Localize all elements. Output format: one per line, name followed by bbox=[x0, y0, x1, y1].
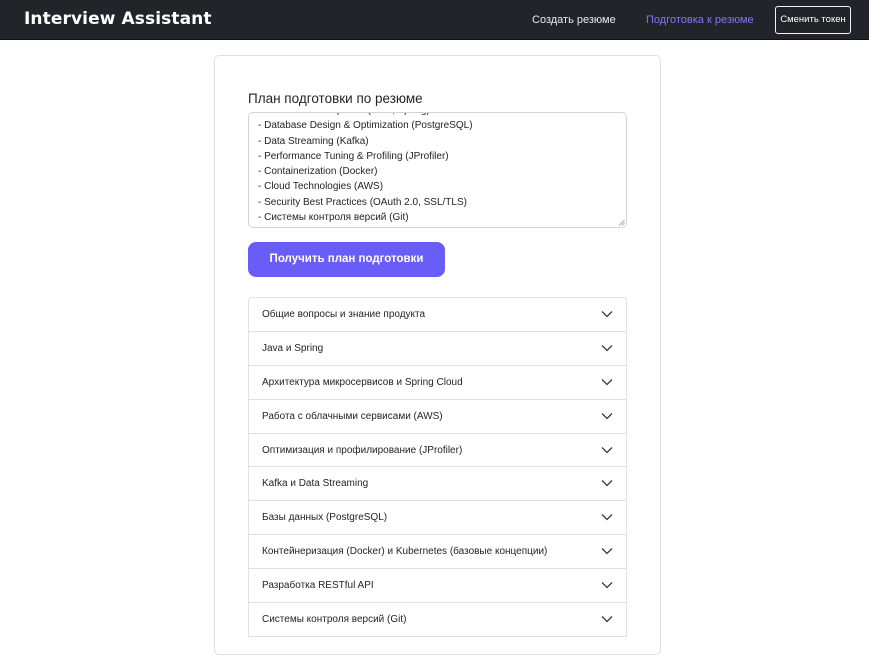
plan-textarea[interactable]: - Backend Development (Java, Spring) - D… bbox=[248, 112, 627, 228]
app-brand[interactable]: Interview Assistant bbox=[24, 9, 212, 29]
top-navbar: Interview Assistant Создать резюме Подго… bbox=[0, 0, 869, 40]
plan-line: - Database Design & Optimization (Postgr… bbox=[258, 120, 473, 132]
accordion-item-label: Базы данных (PostgreSQL) bbox=[262, 512, 388, 524]
accordion-item-label: Общие вопросы и знание продукта bbox=[262, 309, 426, 320]
chevron-down-icon bbox=[601, 378, 613, 386]
topics-accordion: Общие вопросы и знание продукта Java и S… bbox=[248, 297, 627, 637]
resize-grip-icon[interactable] bbox=[618, 219, 625, 226]
accordion-item[interactable]: Архитектура микросервисов и Spring Cloud bbox=[249, 366, 626, 400]
accordion-item[interactable]: Оптимизация и профилирование (JProfiler) bbox=[249, 434, 626, 468]
plan-line: - Cloud Technologies (AWS) bbox=[258, 181, 384, 193]
chevron-down-icon bbox=[601, 514, 613, 521]
plan-line: - Performance Tuning & Profiling (JProfi… bbox=[258, 150, 449, 162]
accordion-item[interactable]: Kafka и Data Streaming bbox=[249, 467, 626, 502]
chevron-down-icon bbox=[601, 344, 613, 352]
accordion-item[interactable]: Java и Spring bbox=[249, 332, 626, 366]
nav-resume-prep[interactable]: Подготовка к резюме bbox=[646, 13, 754, 27]
plan-line: - Системы контроля версий (Git) bbox=[258, 212, 409, 224]
chevron-down-icon bbox=[601, 616, 613, 623]
accordion-item-label: Системы контроля версий (Git) bbox=[262, 614, 407, 626]
chevron-down-icon bbox=[601, 446, 613, 453]
accordion-item-label: Оптимизация и профилирование (JProfiler) bbox=[262, 444, 463, 456]
accordion-item-label: Архитектура микросервисов и Spring Cloud bbox=[262, 376, 463, 388]
accordion-item-label: Контейнеризация (Docker) и Kubernetes (б… bbox=[262, 546, 548, 558]
accordion-item-label: Разработка RESTful API bbox=[262, 580, 374, 592]
chevron-down-icon bbox=[601, 548, 613, 555]
chevron-down-icon bbox=[601, 412, 613, 420]
accordion-item[interactable]: Общие вопросы и знание продукта bbox=[249, 298, 626, 332]
plan-line: - Data Streaming (Kafka) bbox=[258, 135, 369, 147]
accordion-item[interactable]: Базы данных (PostgreSQL) bbox=[249, 501, 626, 536]
nav-create-resume[interactable]: Создать резюме bbox=[532, 13, 616, 27]
get-plan-button[interactable]: Получить план подготовки bbox=[248, 242, 445, 277]
change-token-button[interactable]: Сменить токен bbox=[775, 6, 851, 34]
plan-line: - Containerization (Docker) bbox=[258, 166, 378, 178]
accordion-item-label: Kafka и Data Streaming bbox=[262, 478, 369, 490]
accordion-item[interactable]: Контейнеризация (Docker) и Kubernetes (б… bbox=[249, 535, 626, 570]
chevron-down-icon bbox=[601, 311, 613, 318]
chevron-down-icon bbox=[601, 480, 613, 487]
accordion-item[interactable]: Работа с облачными сервисами (AWS) bbox=[249, 400, 626, 434]
accordion-item-label: Java и Spring bbox=[262, 342, 324, 354]
section-title: План подготовки по резюме bbox=[248, 91, 423, 106]
plan-line: - Security Best Practices (OAuth 2.0, SS… bbox=[258, 196, 467, 208]
chevron-down-icon bbox=[601, 582, 613, 589]
plan-text: - Backend Development (Java, Spring) - D… bbox=[258, 113, 473, 225]
accordion-item-label: Работа с облачными сервисами (AWS) bbox=[262, 410, 443, 422]
accordion-item[interactable]: Разработка RESTful API bbox=[249, 569, 626, 604]
accordion-item[interactable]: Системы контроля версий (Git) bbox=[249, 603, 626, 637]
